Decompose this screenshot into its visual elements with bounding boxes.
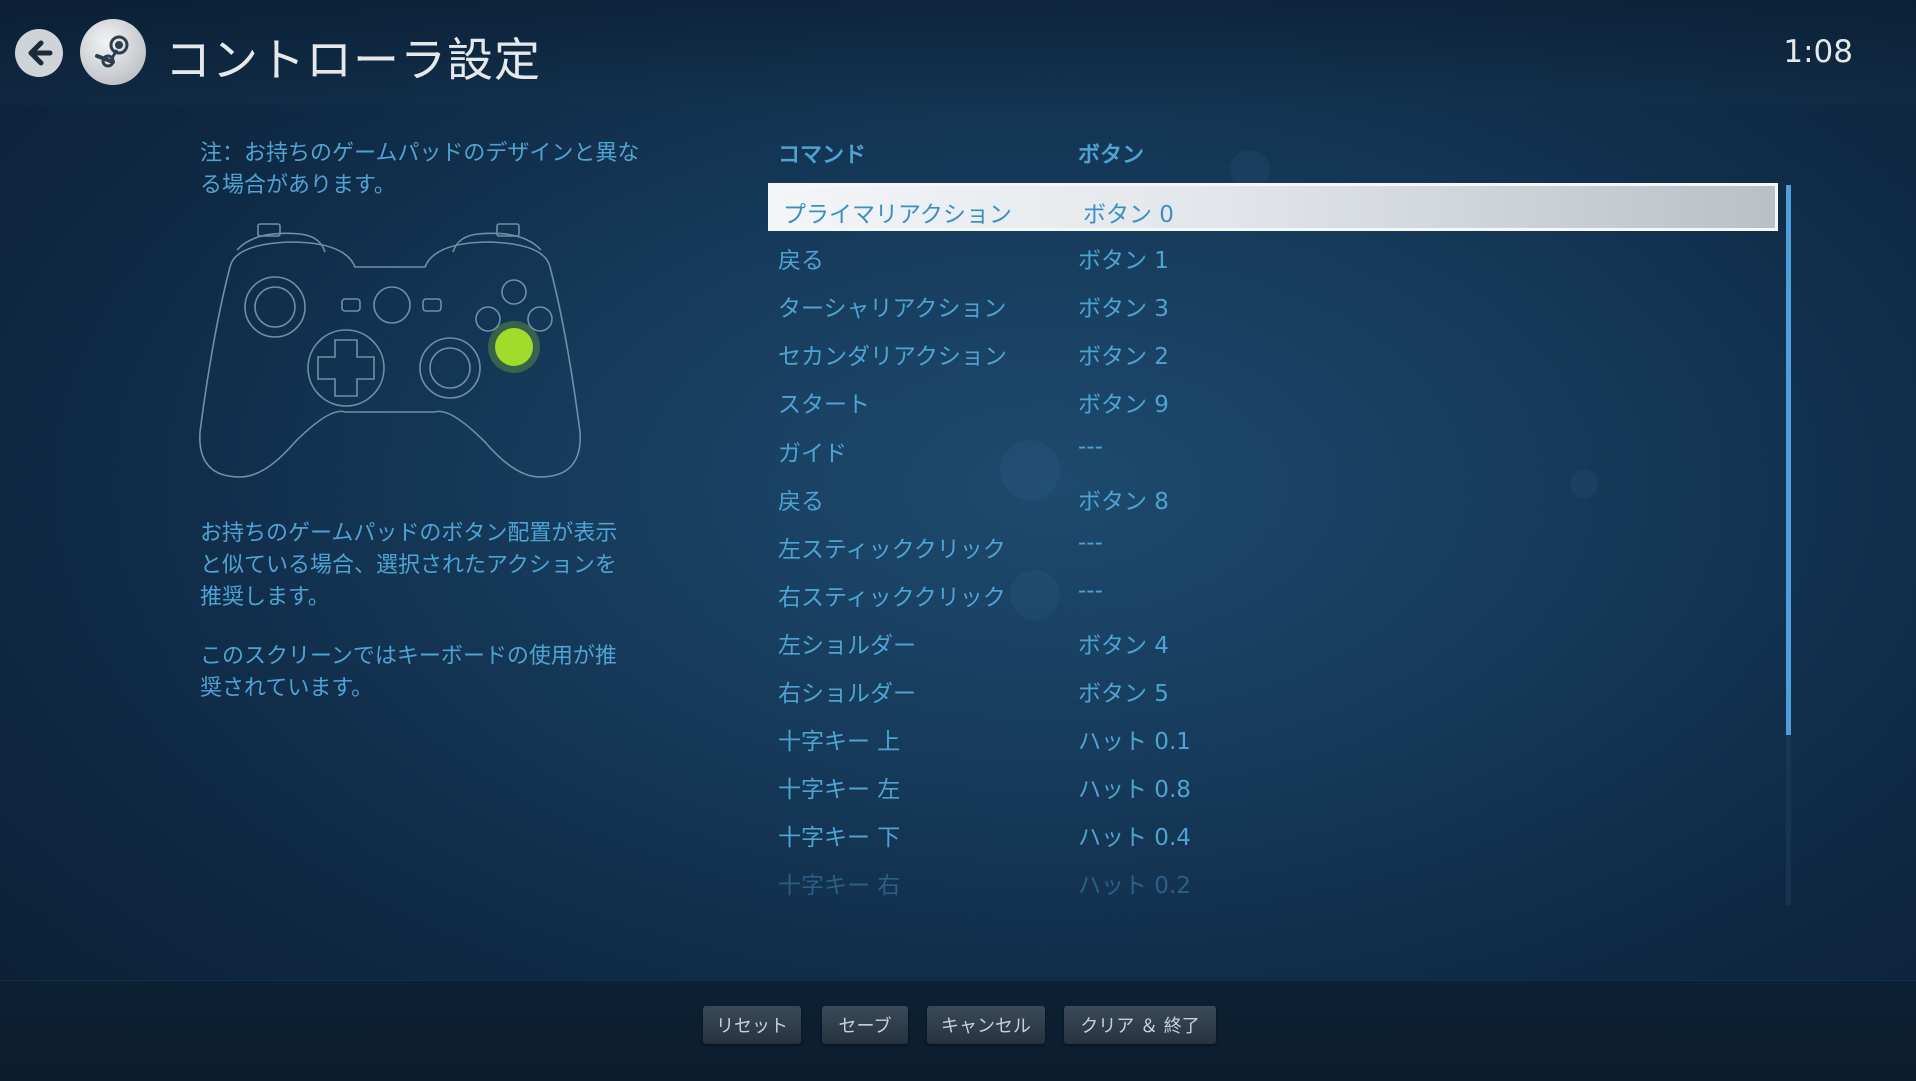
mapping-button: ボタン 0 [1083, 202, 1174, 228]
mapping-button: --- [1078, 577, 1103, 604]
mapping-command: 左ショルダー [778, 632, 916, 659]
arrow-left-icon [28, 40, 53, 66]
scrollbar-thumb[interactable] [1786, 185, 1791, 735]
mapping-row[interactable]: 十字キー 上 ハット 0.1 [768, 712, 1778, 760]
mapping-command: スタート [778, 392, 870, 419]
mapping-command: プライマリアクション [783, 202, 1012, 228]
layout-description: お持ちのゲームパッドのボタン配置が表示と似ている場合、選択されたアクションを推奨… [200, 521, 618, 610]
mapping-command: 戻る [778, 248, 824, 275]
mapping-button: ボタン 8 [1078, 488, 1169, 515]
clear-exit-button[interactable]: クリア ＆ 終了 [1064, 1006, 1216, 1044]
gamepad-diagram [199, 223, 581, 478]
mapping-row[interactable]: 十字キー 右 ハット 0.2 [768, 856, 1778, 904]
mapping-command: セカンダリアクション [778, 344, 1007, 371]
mapping-row[interactable]: 右ショルダー ボタン 5 [768, 664, 1778, 712]
mapping-row[interactable]: 左ショルダー ボタン 4 [768, 616, 1778, 664]
mapping-button: --- [1078, 433, 1103, 460]
mapping-button: ボタン 4 [1078, 632, 1169, 659]
mapping-command: 左スティッククリック [778, 536, 1006, 563]
mapping-button: ハット 0.1 [1078, 729, 1191, 756]
keyboard-note: このスクリーンではキーボードの使用が推奨されています。 [200, 644, 617, 701]
design-note: 注：お持ちのゲームパッドのデザインと異なる場合があります。 [200, 141, 640, 198]
mapping-command: 十字キー 左 [778, 777, 901, 804]
mapping-command: 十字キー 上 [778, 729, 901, 756]
mapping-button: ボタン 9 [1078, 392, 1169, 419]
mapping-button: ボタン 3 [1078, 296, 1169, 323]
mapping-command: 右スティッククリック [778, 584, 1006, 611]
mapping-row[interactable]: スタート ボタン 9 [768, 375, 1778, 423]
cancel-button[interactable]: キャンセル [927, 1006, 1045, 1044]
clock: 1:08 [1783, 34, 1853, 70]
mapping-row[interactable]: ガイド --- [768, 424, 1778, 472]
steam-logo-icon [80, 19, 146, 85]
mapping-row[interactable]: ターシャリアクション ボタン 3 [768, 279, 1778, 327]
mapping-row[interactable]: 戻る ボタン 1 [768, 231, 1778, 279]
reset-button[interactable]: リセット [703, 1006, 801, 1044]
mapping-command: 戻る [778, 488, 824, 515]
mapping-button: ボタン 5 [1078, 681, 1169, 707]
mapping-button: ハット 0.8 [1078, 777, 1191, 804]
save-button[interactable]: セーブ [822, 1006, 908, 1044]
mapping-row[interactable]: セカンダリアクション ボタン 2 [768, 327, 1778, 375]
mapping-list[interactable]: プライマリアクション ボタン 0 戻る ボタン 1 ターシャリアクション ボタン 3 セカン… [768, 183, 1778, 905]
mapping-button: ハット 0.4 [1078, 825, 1191, 852]
mapping-row[interactable]: 十字キー 左 ハット 0.8 [768, 760, 1778, 808]
mapping-command: ガイド [778, 440, 847, 467]
mapping-row[interactable]: 右スティッククリック --- [768, 568, 1778, 616]
mapping-command: 右ショルダー [778, 681, 916, 707]
mapping-row[interactable]: 左スティッククリック --- [768, 520, 1778, 568]
mapping-button: ハット 0.2 [1078, 873, 1191, 900]
mapping-command: ターシャリアクション [778, 296, 1007, 323]
mapping-button: ボタン 1 [1078, 248, 1169, 275]
mapping-row[interactable]: 戻る ボタン 8 [768, 472, 1778, 520]
mapping-command: 十字キー 下 [778, 825, 901, 852]
column-header-command: コマンド [778, 143, 867, 168]
mapping-button: ボタン 2 [1078, 344, 1169, 371]
mapping-row[interactable]: 十字キー 下 ハット 0.4 [768, 808, 1778, 856]
mapping-command: 十字キー 右 [778, 873, 901, 900]
mapping-button: --- [1078, 529, 1103, 556]
back-button[interactable] [15, 29, 63, 77]
header-bar: コントローラ設定 1:08 [0, 0, 1916, 105]
mapping-row[interactable]: プライマリアクション ボタン 0 [768, 183, 1778, 231]
page-title: コントローラ設定 [165, 33, 541, 87]
column-header-button: ボタン [1078, 143, 1145, 168]
